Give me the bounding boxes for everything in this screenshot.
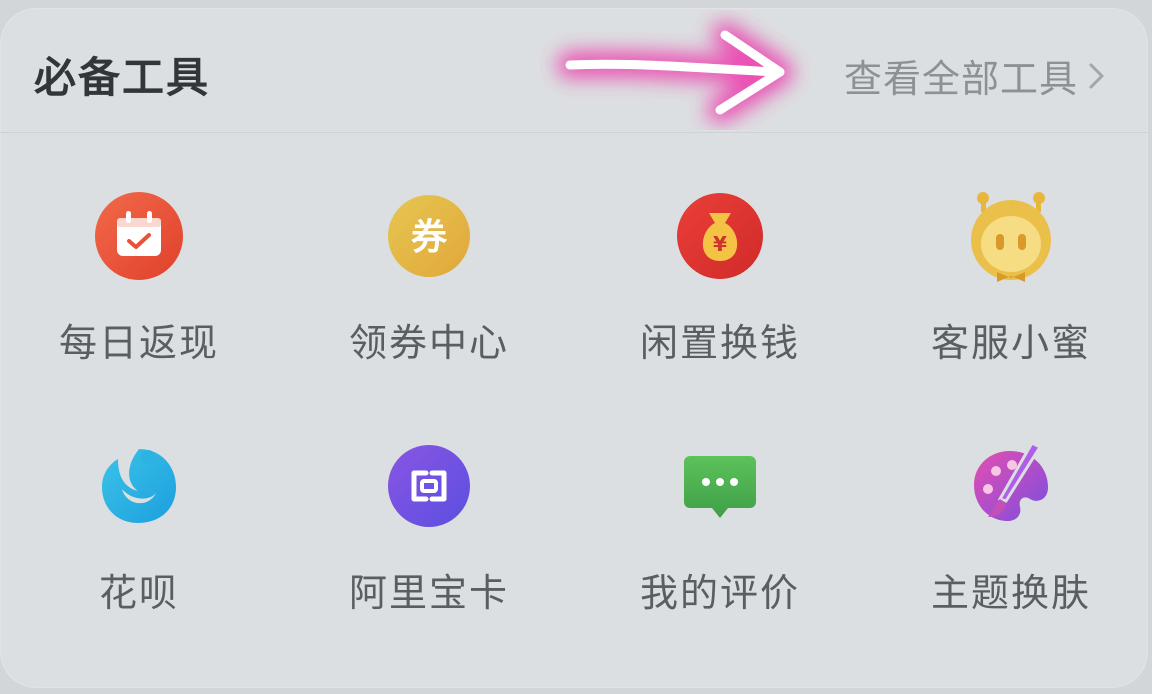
- tools-grid: 每日返现 券 领券中心 ¥ 闲置换钱 客服小蜜 花呗 阿里宝卡 我的评价 主题换…: [0, 188, 1152, 688]
- huabei-icon: [102, 449, 176, 523]
- tool-huabei[interactable]: 花呗: [39, 438, 239, 617]
- tool-label: 我的评价: [639, 571, 800, 615]
- message-bubble-icon: [684, 456, 756, 518]
- tool-ali-bao-card[interactable]: 阿里宝卡: [329, 438, 529, 617]
- tool-label: 每日返现: [58, 321, 219, 365]
- tool-customer-service[interactable]: 客服小蜜: [911, 188, 1111, 367]
- tool-label: 闲置换钱: [639, 321, 800, 365]
- tools-card: 必备工具 查看全部工具 每日返现 券 领券中心 ¥ 闲置换钱 客服小蜜 花呗 阿…: [0, 8, 1148, 688]
- chevron-right-icon: [1089, 63, 1104, 88]
- assistant-mascot-icon: [971, 192, 1051, 282]
- section-title: 必备工具: [34, 53, 211, 102]
- card-header: 必备工具 查看全部工具: [0, 8, 1148, 133]
- coupon-icon: 券: [388, 195, 470, 277]
- tool-label: 阿里宝卡: [348, 571, 509, 615]
- view-all-tools-link[interactable]: 查看全部工具: [844, 48, 1108, 103]
- tool-label: 领券中心: [348, 321, 509, 365]
- svg-text:券: 券: [411, 217, 448, 258]
- palette-icon: [974, 441, 1048, 521]
- money-bag-icon: ¥: [677, 193, 763, 279]
- calendar-check-icon: [95, 192, 183, 280]
- tool-my-reviews[interactable]: 我的评价: [620, 438, 820, 617]
- sim-card-icon: [388, 445, 470, 527]
- tool-label: 花呗: [98, 571, 179, 615]
- tools-row-2: 花呗 阿里宝卡 我的评价 主题换肤: [0, 438, 1152, 688]
- tool-daily-cashback[interactable]: 每日返现: [39, 188, 239, 367]
- tool-idle-for-cash[interactable]: ¥ 闲置换钱: [620, 188, 820, 367]
- tool-theme-skin[interactable]: 主题换肤: [911, 438, 1111, 617]
- view-all-label: 查看全部工具: [843, 57, 1078, 101]
- tools-row-1: 每日返现 券 领券中心 ¥ 闲置换钱 客服小蜜: [0, 188, 1152, 438]
- tool-label: 主题换肤: [930, 571, 1091, 615]
- tool-coupon-center[interactable]: 券 领券中心: [329, 188, 529, 367]
- svg-text:¥: ¥: [713, 232, 727, 256]
- tool-label: 客服小蜜: [930, 321, 1091, 365]
